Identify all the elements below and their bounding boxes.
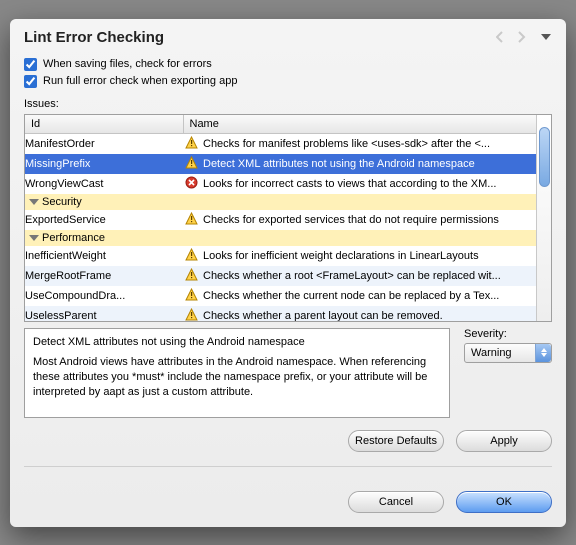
cancel-button[interactable]: Cancel: [348, 491, 444, 513]
table-row[interactable]: UseCompoundDra... Checks whether the curr…: [25, 286, 536, 306]
menu-icon[interactable]: [540, 31, 552, 43]
warning-icon: [185, 156, 198, 172]
table-row[interactable]: ExportedService Checks for exported servi…: [25, 210, 536, 230]
row-id: Security: [25, 194, 183, 210]
table-row[interactable]: InefficientWeight Looks for inefficient w…: [25, 246, 536, 266]
disclosure-triangle-icon[interactable]: [29, 235, 39, 241]
group-row[interactable]: Security: [25, 194, 536, 210]
action-buttons: Restore Defaults Apply: [24, 430, 552, 452]
row-name-text: Checks whether a root <FrameLayout> can …: [203, 270, 501, 282]
row-id: ManifestOrder: [25, 133, 183, 154]
check-on-export[interactable]: Run full error check when exporting app: [24, 75, 552, 88]
row-name: Looks for incorrect casts to views that …: [183, 174, 536, 194]
row-name: Checks for manifest problems like <uses-…: [183, 133, 536, 154]
apply-button[interactable]: Apply: [456, 430, 552, 452]
check-on-save[interactable]: When saving files, check for errors: [24, 58, 552, 71]
restore-defaults-button[interactable]: Restore Defaults: [348, 430, 444, 452]
row-name-text: Checks for manifest problems like <uses-…: [203, 138, 490, 150]
row-name: [183, 194, 536, 210]
back-icon[interactable]: [496, 31, 510, 43]
description-body: Most Android views have attributes in th…: [33, 355, 441, 400]
severity-combo[interactable]: Warning: [464, 343, 552, 363]
row-id: UseCompoundDra...: [25, 286, 183, 306]
row-id: MergeRootFrame: [25, 266, 183, 286]
row-name: [183, 230, 536, 246]
check-on-save-label: When saving files, check for errors: [43, 58, 212, 70]
scroll-thumb[interactable]: [539, 127, 550, 187]
table-row[interactable]: MissingPrefix Detect XML attributes not u…: [25, 154, 536, 174]
row-id: InefficientWeight: [25, 246, 183, 266]
issues-label: Issues:: [24, 98, 552, 110]
ok-button[interactable]: OK: [456, 491, 552, 513]
severity-value: Warning: [465, 347, 535, 359]
col-id[interactable]: Id: [25, 115, 183, 134]
row-name-text: Detect XML attributes not using the Andr…: [203, 158, 475, 170]
scrollbar[interactable]: [536, 115, 551, 321]
description-area: Detect XML attributes not using the Andr…: [24, 328, 552, 418]
row-name: Checks for exported services that do not…: [183, 210, 536, 230]
row-name: Looks for inefficient weight declaration…: [183, 246, 536, 266]
description-box: Detect XML attributes not using the Andr…: [24, 328, 450, 418]
description-title: Detect XML attributes not using the Andr…: [33, 335, 441, 350]
warning-icon: [185, 248, 198, 264]
forward-icon[interactable]: [518, 31, 532, 43]
row-id: WrongViewCast: [25, 174, 183, 194]
row-id: MissingPrefix: [25, 154, 183, 174]
group-row[interactable]: Performance: [25, 230, 536, 246]
check-on-export-label: Run full error check when exporting app: [43, 75, 237, 87]
content: When saving files, check for errors Run …: [10, 54, 566, 481]
table-row[interactable]: MergeRootFrame Checks whether a root <Fra…: [25, 266, 536, 286]
disclosure-triangle-icon[interactable]: [29, 199, 39, 205]
warning-icon: [185, 212, 198, 228]
severity-column: Severity: Warning: [464, 328, 552, 418]
dialog-buttons: Cancel OK: [10, 481, 566, 527]
check-on-export-box[interactable]: [24, 75, 37, 88]
row-name-text: Checks whether the current node can be r…: [203, 290, 499, 302]
warning-icon: [185, 308, 198, 321]
col-name[interactable]: Name: [183, 115, 536, 134]
error-icon: [185, 176, 198, 192]
row-name: Detect XML attributes not using the Andr…: [183, 154, 536, 174]
row-name: Checks whether a parent layout can be re…: [183, 306, 536, 321]
warning-icon: [185, 288, 198, 304]
page-title: Lint Error Checking: [24, 29, 164, 46]
row-id: ExportedService: [25, 210, 183, 230]
issues-table: Id Name ManifestOrder Checks for manifest…: [24, 114, 552, 322]
check-on-save-box[interactable]: [24, 58, 37, 71]
row-name: Checks whether the current node can be r…: [183, 286, 536, 306]
row-name-text: Looks for incorrect casts to views that …: [203, 178, 496, 190]
header: Lint Error Checking: [10, 19, 566, 54]
table-row[interactable]: WrongViewCast Looks for incorrect casts t…: [25, 174, 536, 194]
table-header-row: Id Name: [25, 115, 536, 134]
row-name-text: Checks for exported services that do not…: [203, 214, 499, 226]
row-name-text: Looks for inefficient weight declaration…: [203, 250, 479, 262]
table-row[interactable]: UselessParent Checks whether a parent lay…: [25, 306, 536, 321]
row-id: UselessParent: [25, 306, 183, 321]
combo-stepper-icon[interactable]: [535, 344, 551, 362]
severity-label: Severity:: [464, 328, 552, 340]
nav-arrows: [496, 31, 552, 43]
row-name-text: Checks whether a parent layout can be re…: [203, 310, 443, 321]
warning-icon: [185, 136, 198, 152]
warning-icon: [185, 268, 198, 284]
table-row[interactable]: ManifestOrder Checks for manifest problem…: [25, 133, 536, 154]
row-name: Checks whether a root <FrameLayout> can …: [183, 266, 536, 286]
row-id: Performance: [25, 230, 183, 246]
preferences-window: Lint Error Checking When saving files, c…: [10, 19, 566, 527]
separator: [24, 466, 552, 467]
